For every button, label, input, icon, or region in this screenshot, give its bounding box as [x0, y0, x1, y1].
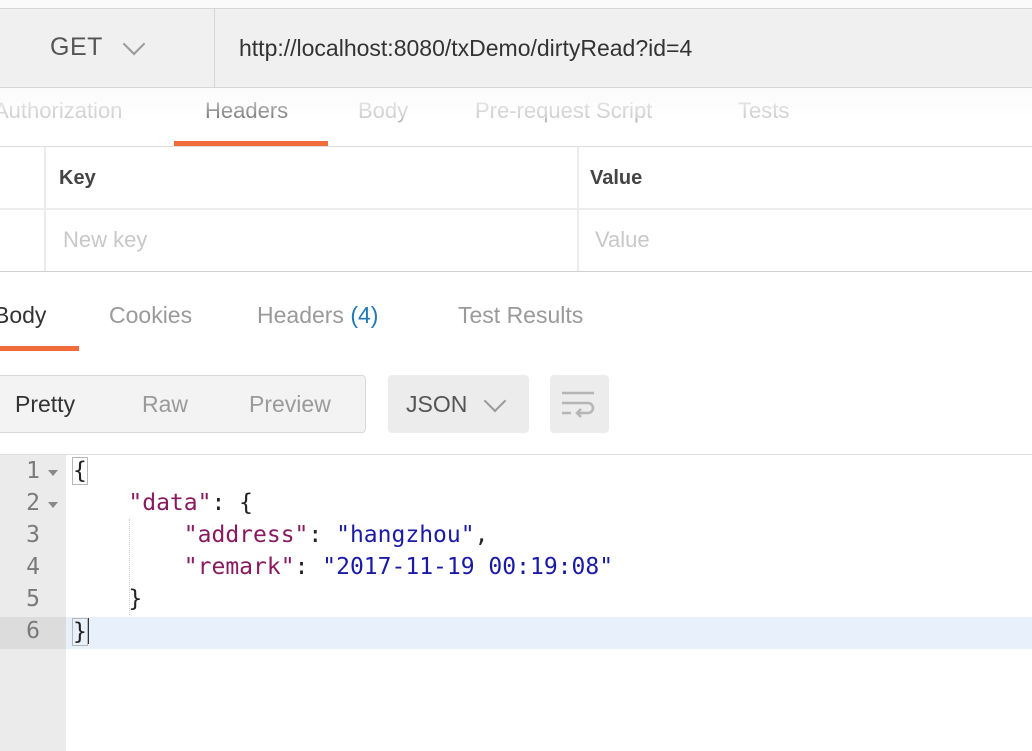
tab-tests[interactable]: Tests — [738, 98, 789, 124]
active-tab-indicator — [174, 141, 328, 146]
new-value-input[interactable] — [593, 219, 1017, 261]
line-number: 2 — [0, 489, 66, 521]
key-column-header: Key — [59, 167, 96, 189]
wrap-lines-icon — [562, 391, 595, 418]
code-line: 3 "address": "hangzhou", — [0, 521, 1032, 553]
code-text: "remark": "2017-11-19 00:19:08" — [183, 554, 614, 580]
tab-response-headers[interactable]: Headers (4) — [257, 302, 378, 329]
line-number: 3 — [26, 522, 40, 548]
raw-button[interactable]: Raw — [142, 391, 188, 418]
request-line: GET — [0, 9, 1032, 88]
json-brace: } — [128, 586, 143, 612]
code-text: "data": { — [128, 490, 254, 516]
tab-headers[interactable]: Headers — [205, 98, 288, 124]
code-text: { — [72, 457, 88, 485]
line-number: 1 — [0, 457, 66, 489]
active-tab-indicator — [0, 346, 79, 351]
code-text: } — [73, 586, 142, 612]
text-cursor — [86, 618, 89, 644]
code-line: 4 "remark": "2017-11-19 00:19:08" — [0, 553, 1032, 585]
language-select[interactable]: JSON — [388, 375, 529, 433]
fold-arrow-icon[interactable] — [48, 502, 58, 508]
tab-test-results[interactable]: Test Results — [458, 302, 583, 329]
code-line: 2 "data": { — [0, 489, 1032, 521]
chevron-down-icon — [483, 389, 507, 413]
fold-arrow-icon[interactable] — [48, 470, 58, 476]
method-select[interactable]: GET — [0, 9, 215, 87]
json-string: "2017-11-19 00:19:08" — [322, 554, 614, 580]
method-label: GET — [50, 33, 103, 61]
tab-body[interactable]: Body — [358, 98, 408, 124]
request-tabs: Authorization Headers Body Pre-request S… — [0, 88, 1032, 147]
headers-table: Key Value — [0, 147, 1032, 272]
url-input[interactable] — [215, 9, 1032, 87]
indent-guide — [129, 519, 130, 615]
view-mode-group: Pretty Raw Preview — [0, 375, 366, 433]
preview-button[interactable]: Preview — [249, 391, 331, 418]
json-string: "hangzhou" — [336, 522, 475, 548]
line-number: 6 — [0, 617, 66, 649]
json-brace: } — [72, 618, 88, 646]
line-number: 5 — [26, 586, 40, 612]
chevron-down-icon — [122, 32, 146, 56]
code-line: 1 { — [0, 457, 1032, 489]
json-key: "address" — [183, 522, 309, 548]
response-body-viewer[interactable]: 1 { 2 "data": { 3 "address": "hangzhou",… — [0, 454, 1032, 751]
code-text: "address": "hangzhou", — [183, 522, 489, 548]
tab-response-body[interactable]: Body — [0, 302, 46, 329]
code-line: 5 } — [0, 585, 1032, 617]
code-text: } — [72, 618, 89, 646]
code-line-active: 6 } — [0, 617, 1032, 649]
language-label: JSON — [406, 391, 468, 417]
headers-count-badge: (4) — [350, 302, 379, 328]
pretty-button[interactable]: Pretty — [15, 391, 75, 418]
row-divider — [0, 208, 1032, 210]
line-number: 4 — [26, 554, 40, 580]
wrap-lines-button[interactable] — [550, 375, 609, 433]
new-key-input[interactable] — [61, 219, 565, 261]
tab-cookies[interactable]: Cookies — [109, 302, 192, 329]
tab-response-headers-label: Headers — [257, 302, 344, 328]
response-tabs: Body Cookies Headers (4) Test Results — [0, 272, 1032, 352]
json-key: "remark" — [183, 554, 295, 580]
value-column-header: Value — [590, 167, 643, 189]
tab-authorization[interactable]: Authorization — [0, 98, 122, 124]
tab-pre-request-script[interactable]: Pre-request Script — [475, 98, 652, 124]
json-brace: { — [72, 457, 88, 485]
json-key: "data" — [128, 490, 212, 516]
